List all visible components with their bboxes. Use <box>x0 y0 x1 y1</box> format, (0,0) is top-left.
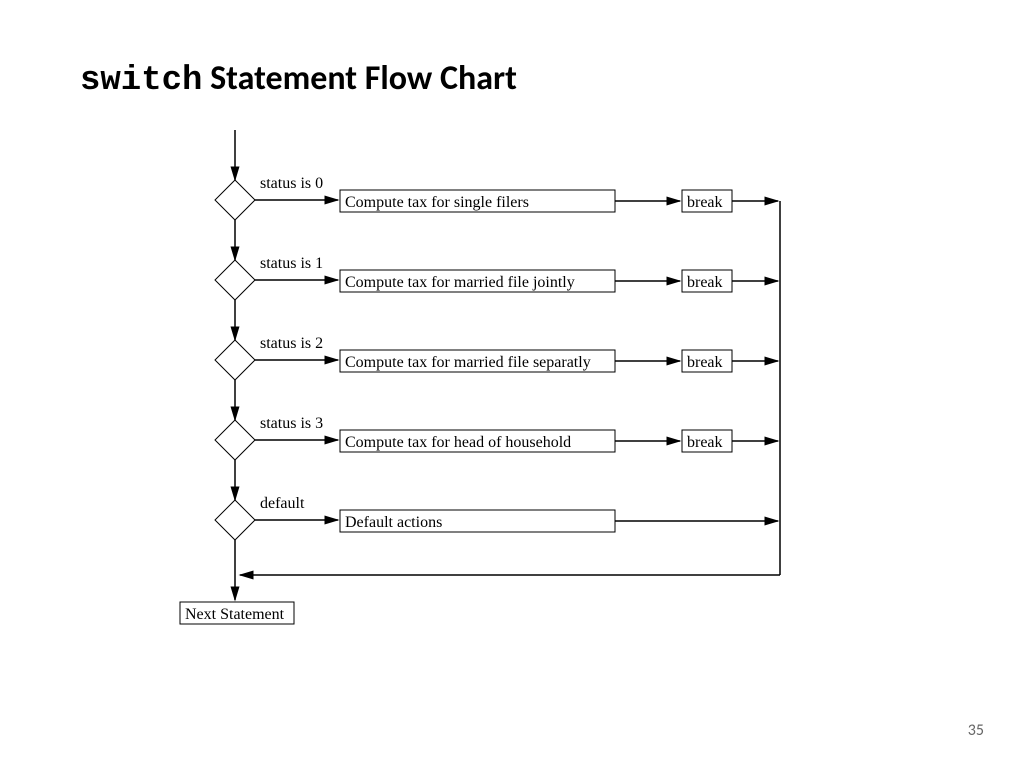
process-box: Compute tax for married file jointly <box>345 274 575 291</box>
page-title: switch Statement Flow Chart <box>80 58 517 100</box>
title-code: switch <box>80 62 202 100</box>
condition-label: status is 1 <box>260 255 323 272</box>
process-box: Compute tax for single filers <box>345 194 529 211</box>
process-box: Compute tax for head of household <box>345 434 571 451</box>
exit-box: break <box>687 434 723 451</box>
process-box: Compute tax for married file separatly <box>345 354 591 371</box>
condition-label: status is 0 <box>260 175 323 192</box>
exit-box: break <box>687 194 723 211</box>
page-number: 35 <box>968 721 984 740</box>
condition-label: status is 3 <box>260 415 323 432</box>
exit-box: break <box>687 354 723 371</box>
condition-label: status is 2 <box>260 335 323 352</box>
process-box: Default actions <box>345 514 442 531</box>
end-box: Next Statement <box>185 606 285 623</box>
flowchart-diagram: status is 0 Compute tax for single filer… <box>150 120 850 680</box>
title-rest: Statement Flow Chart <box>202 58 516 99</box>
condition-label: default <box>260 495 305 512</box>
exit-box: break <box>687 274 723 291</box>
